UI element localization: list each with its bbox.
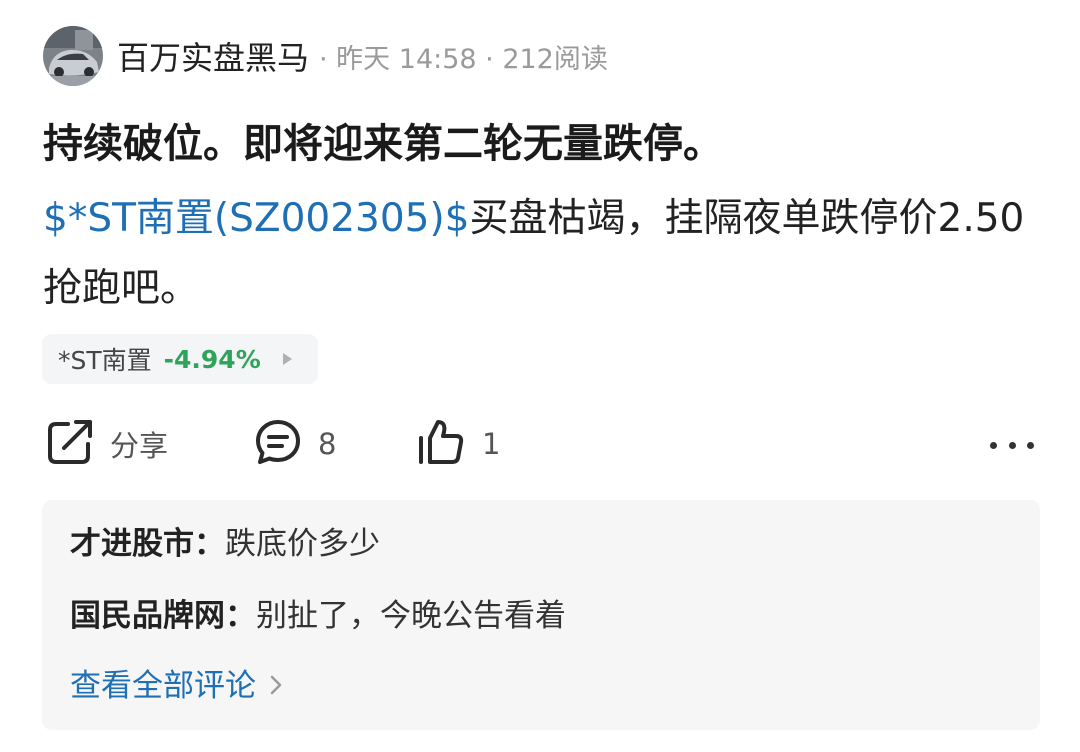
more-dot: [1027, 441, 1034, 449]
view-all-label: 查看全部评论: [70, 668, 256, 704]
comments-preview: 才进股市：跌底价多少 国民品牌网：别扯了，今晚公告看着 查看全部评论: [42, 500, 1040, 730]
author-name[interactable]: 百万实盘黑马: [117, 33, 309, 79]
like-count: 1: [482, 427, 501, 461]
share-button[interactable]: 分享: [46, 416, 168, 472]
comment-text: 跌底价多少: [225, 526, 380, 562]
post-meta: · 昨天 14:58 · 212阅读: [319, 43, 608, 75]
comment-user[interactable]: 才进股市：: [70, 526, 225, 562]
comment-count: 8: [318, 427, 337, 461]
comment-item[interactable]: 才进股市：跌底价多少: [70, 524, 380, 564]
more-dot: [1008, 441, 1016, 449]
share-label: 分享: [110, 429, 169, 463]
comment-icon: [254, 418, 302, 470]
avatar[interactable]: [43, 26, 103, 86]
more-dots-icon: [990, 441, 997, 449]
post-header: 百万实盘黑马 · 昨天 14:58 · 212阅读: [43, 26, 608, 86]
share-icon: [46, 418, 94, 470]
stock-chip[interactable]: *ST南置 -4.94%: [42, 334, 318, 384]
comment-item[interactable]: 国民品牌网：别扯了，今晚公告看着: [70, 596, 566, 636]
stock-chip-change: -4.94%: [163, 344, 261, 374]
comment-button[interactable]: 8: [254, 416, 336, 472]
chevron-right-icon: [282, 353, 292, 365]
more-button[interactable]: [990, 425, 1034, 465]
view-all-comments-link[interactable]: 查看全部评论: [70, 666, 282, 706]
stock-chip-name: *ST南置: [58, 346, 152, 375]
comment-text: 别扯了，今晚公告看着: [256, 598, 566, 634]
chevron-right-icon: [270, 666, 282, 706]
thumbs-up-icon: [416, 418, 466, 470]
stock-link[interactable]: $*ST南置(SZ002305)$: [43, 196, 470, 241]
comment-user[interactable]: 国民品牌网：: [70, 598, 256, 634]
post-title: 持续破位。即将迎来第二轮无量跌停。: [43, 121, 723, 167]
like-button[interactable]: 1: [416, 416, 500, 472]
post-body: $*ST南置(SZ002305)$买盘枯竭，挂隔夜单跌停价2.50抢跑吧。: [43, 184, 1043, 324]
